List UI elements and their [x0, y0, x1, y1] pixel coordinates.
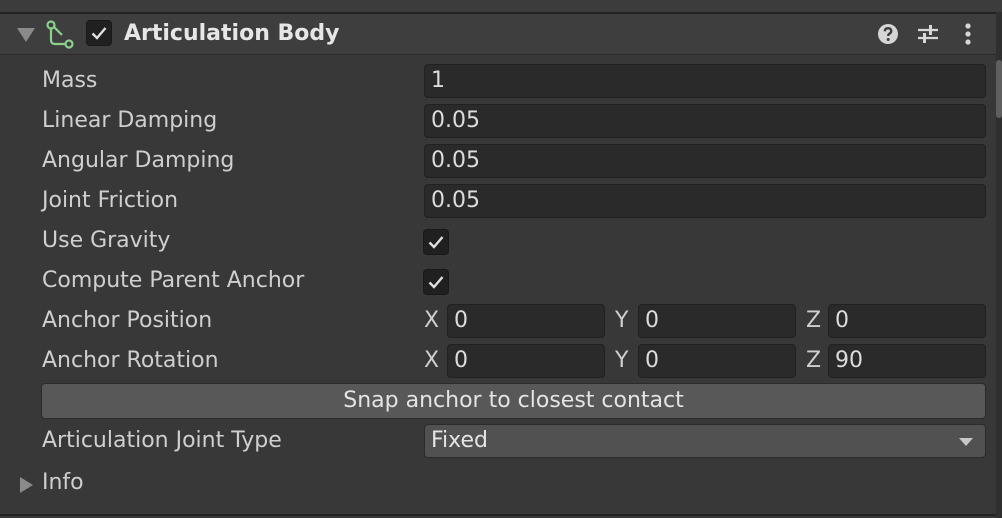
anchor-rotation-row: Anchor Rotation X 0 Y 0 Z 90 [0, 342, 996, 382]
mass-field[interactable]: 1 [424, 64, 986, 98]
info-label[interactable]: Info [42, 468, 84, 498]
anchor-rotation-z-field[interactable]: 90 [828, 344, 986, 378]
scrollbar[interactable] [996, 12, 1002, 518]
anchor-rotation-y-field[interactable]: 0 [638, 344, 796, 378]
checkmark-icon [91, 27, 107, 40]
joint-type-value: Fixed [431, 428, 489, 453]
anchor-position-y-label[interactable]: Y [615, 306, 628, 336]
anchor-rotation-y-label[interactable]: Y [615, 346, 628, 376]
anchor-position-x-field[interactable]: 0 [447, 304, 605, 338]
linear-damping-label: Linear Damping [42, 108, 218, 133]
info-foldout[interactable]: Info [0, 464, 996, 504]
compute-parent-anchor-label: Compute Parent Anchor [42, 268, 305, 293]
anchor-position-label: Anchor Position [42, 308, 213, 333]
kebab-menu-icon[interactable] [956, 22, 980, 46]
snap-anchor-button[interactable]: Snap anchor to closest contact [41, 383, 986, 419]
linear-damping-row: Linear Damping 0.05 [0, 102, 996, 142]
joint-friction-label: Joint Friction [42, 188, 179, 213]
dropdown-arrow-icon [959, 438, 973, 446]
component-header[interactable]: Articulation Body [0, 14, 996, 55]
presets-icon[interactable] [916, 22, 940, 46]
scrollbar-thumb[interactable] [996, 60, 1002, 118]
articulation-body-icon [46, 20, 74, 49]
joint-friction-row: Joint Friction 0.05 [0, 182, 996, 222]
joint-type-dropdown[interactable]: Fixed [424, 424, 986, 458]
linear-damping-field[interactable]: 0.05 [424, 104, 986, 138]
angular-damping-label: Angular Damping [42, 148, 235, 173]
anchor-position-z-label[interactable]: Z [806, 306, 821, 336]
anchor-rotation-label: Anchor Rotation [42, 348, 219, 373]
compute-parent-anchor-checkbox[interactable] [423, 269, 449, 295]
use-gravity-row: Use Gravity [0, 222, 996, 262]
previous-component-edge [0, 0, 1002, 14]
checkmark-icon [428, 236, 444, 249]
anchor-position-y-field[interactable]: 0 [638, 304, 796, 338]
mass-row: Mass 1 [0, 62, 996, 102]
angular-damping-field[interactable]: 0.05 [424, 144, 986, 178]
foldout-arrow-icon[interactable] [20, 477, 33, 493]
foldout-arrow-icon[interactable] [17, 28, 35, 42]
anchor-rotation-x-label[interactable]: X [424, 346, 439, 376]
anchor-position-x-label[interactable]: X [424, 306, 439, 336]
mass-label: Mass [42, 68, 98, 93]
component-title: Articulation Body [124, 21, 340, 46]
help-icon[interactable] [876, 22, 900, 46]
joint-type-row: Articulation Joint Type Fixed [0, 422, 996, 462]
anchor-rotation-z-label[interactable]: Z [806, 346, 821, 376]
anchor-rotation-x-field[interactable]: 0 [447, 344, 605, 378]
anchor-position-z-field[interactable]: 0 [828, 304, 986, 338]
angular-damping-row: Angular Damping 0.05 [0, 142, 996, 182]
anchor-position-row: Anchor Position X 0 Y 0 Z 0 [0, 302, 996, 342]
component-enabled-checkbox[interactable] [86, 20, 112, 46]
use-gravity-checkbox[interactable] [423, 229, 449, 255]
joint-friction-field[interactable]: 0.05 [424, 184, 986, 218]
joint-type-label: Articulation Joint Type [42, 428, 282, 453]
compute-parent-anchor-row: Compute Parent Anchor [0, 262, 996, 302]
checkmark-icon [428, 276, 444, 289]
section-divider [0, 514, 996, 516]
use-gravity-label: Use Gravity [42, 228, 171, 253]
